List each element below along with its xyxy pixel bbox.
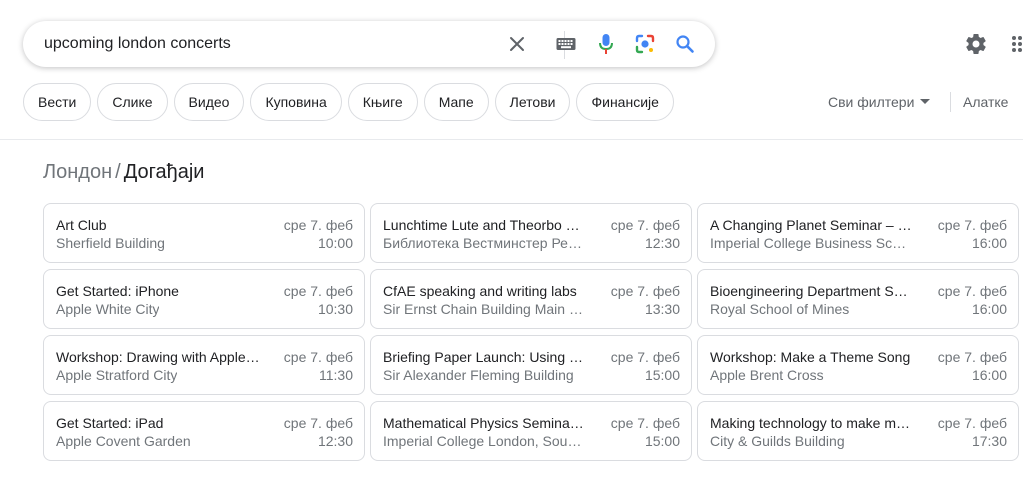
event-card[interactable]: Making technology to make m… City & Guil…	[697, 401, 1019, 461]
event-card[interactable]: CfAE speaking and writing labs Sir Ernst…	[370, 269, 692, 329]
event-title: Lunchtime Lute and Theorbo …	[383, 217, 580, 233]
event-place: Apple Brent Cross	[710, 367, 824, 383]
event-time: 10:30	[317, 301, 353, 317]
event-card[interactable]: Workshop: Make a Theme Song Apple Brent …	[697, 335, 1019, 395]
chip-images[interactable]: Слике	[97, 83, 168, 121]
event-time: 16:00	[971, 367, 1007, 383]
event-card[interactable]: Get Started: iPad Apple Covent Garden ср…	[43, 401, 365, 461]
event-date: сре 7. феб	[937, 415, 1007, 431]
event-date: сре 7. феб	[283, 283, 353, 299]
event-title: Workshop: Drawing with Apple…	[56, 349, 260, 365]
event-title: Get Started: iPad	[56, 415, 164, 431]
event-place: Apple White City	[56, 301, 160, 317]
event-title: A Changing Planet Seminar – …	[710, 217, 912, 233]
event-title: Mathematical Physics Semina…	[383, 415, 584, 431]
event-title: Making technology to make m…	[710, 415, 910, 431]
events-grid: Art Club Sherfield Building сре 7. феб 1…	[43, 203, 1019, 461]
event-date: сре 7. феб	[610, 217, 680, 233]
event-card[interactable]: Art Club Sherfield Building сре 7. феб 1…	[43, 203, 365, 263]
event-place: Imperial College London, Sout…	[383, 433, 583, 449]
event-time: 15:00	[644, 433, 680, 449]
close-icon[interactable]	[505, 32, 529, 56]
header-divider	[0, 139, 1023, 140]
event-place: Apple Covent Garden	[56, 433, 191, 449]
chip-finance[interactable]: Финансије	[576, 83, 674, 121]
all-filters-button[interactable]: Сви филтери	[828, 94, 931, 110]
event-card[interactable]: Lunchtime Lute and Theorbo … Библиотека …	[370, 203, 692, 263]
event-title: Art Club	[56, 217, 107, 233]
event-card[interactable]: Briefing Paper Launch: Using … Sir Alexa…	[370, 335, 692, 395]
caret-down-icon	[920, 99, 931, 104]
event-time: 11:30	[319, 367, 353, 383]
event-place: Sir Ernst Chain Building Main …	[383, 301, 583, 317]
event-title: Workshop: Make a Theme Song	[710, 349, 911, 365]
event-time: 16:00	[971, 301, 1007, 317]
event-time: 16:00	[971, 235, 1007, 251]
chip-news[interactable]: Вести	[23, 83, 92, 121]
event-date: сре 7. феб	[937, 217, 1007, 233]
event-place: Royal School of Mines	[710, 301, 850, 317]
event-place: Imperial College Business Sch…	[710, 235, 910, 251]
event-place: Sherfield Building	[56, 235, 165, 251]
event-place: Apple Stratford City	[56, 367, 178, 383]
apps-grid-icon[interactable]	[1011, 35, 1023, 53]
chip-books[interactable]: Књиге	[347, 83, 418, 121]
event-card[interactable]: A Changing Planet Seminar – … Imperial C…	[697, 203, 1019, 263]
filter-chips: Вести Слике Видео Куповина Књиге Мапе Ле…	[23, 83, 674, 123]
search-icon[interactable]	[673, 32, 697, 56]
event-card[interactable]: Bioengineering Department S… Royal Schoo…	[697, 269, 1019, 329]
chip-maps[interactable]: Мапе	[423, 83, 489, 121]
breadcrumb-separator: /	[115, 161, 121, 183]
search-bar	[23, 21, 715, 67]
event-date: сре 7. феб	[283, 349, 353, 365]
gear-icon[interactable]	[964, 32, 988, 56]
event-date: сре 7. феб	[937, 283, 1007, 299]
camera-lens-icon[interactable]	[633, 32, 657, 56]
event-place: Библиотека Вестминстер Ре…	[383, 235, 582, 251]
event-time: 13:30	[644, 301, 680, 317]
search-input[interactable]	[44, 34, 484, 54]
event-date: сре 7. феб	[283, 415, 353, 431]
event-date: сре 7. феб	[610, 415, 680, 431]
event-date: сре 7. феб	[283, 217, 353, 233]
event-time: 10:00	[317, 235, 353, 251]
breadcrumb: Лондон / Догађаји	[43, 161, 204, 184]
breadcrumb-parent[interactable]: Лондон	[43, 161, 112, 184]
event-place: Sir Alexander Fleming Building	[383, 367, 574, 383]
event-time: 17:30	[971, 433, 1007, 449]
chip-videos[interactable]: Видео	[173, 83, 245, 121]
event-title: Briefing Paper Launch: Using …	[383, 349, 583, 365]
event-date: сре 7. феб	[937, 349, 1007, 365]
breadcrumb-current: Догађаји	[123, 161, 205, 183]
chip-flights[interactable]: Летови	[494, 83, 571, 121]
event-title: CfAE speaking and writing labs	[383, 283, 577, 299]
event-card[interactable]: Workshop: Drawing with Apple… Apple Stra…	[43, 335, 365, 395]
event-place: City & Guilds Building	[710, 433, 845, 449]
event-time: 15:00	[644, 367, 680, 383]
keyboard-icon[interactable]	[554, 32, 578, 56]
microphone-icon[interactable]	[594, 32, 618, 56]
event-title: Bioengineering Department S…	[710, 283, 908, 299]
tools-divider	[950, 92, 951, 112]
tools-button[interactable]: Алатке	[963, 94, 1008, 110]
event-date: сре 7. феб	[610, 283, 680, 299]
event-title: Get Started: iPhone	[56, 283, 179, 299]
event-card[interactable]: Mathematical Physics Semina… Imperial Co…	[370, 401, 692, 461]
all-filters-label: Сви филтери	[828, 94, 915, 110]
event-time: 12:30	[644, 235, 680, 251]
event-date: сре 7. феб	[610, 349, 680, 365]
chip-shopping[interactable]: Куповина	[250, 83, 342, 121]
event-time: 12:30	[317, 433, 353, 449]
event-card[interactable]: Get Started: iPhone Apple White City сре…	[43, 269, 365, 329]
